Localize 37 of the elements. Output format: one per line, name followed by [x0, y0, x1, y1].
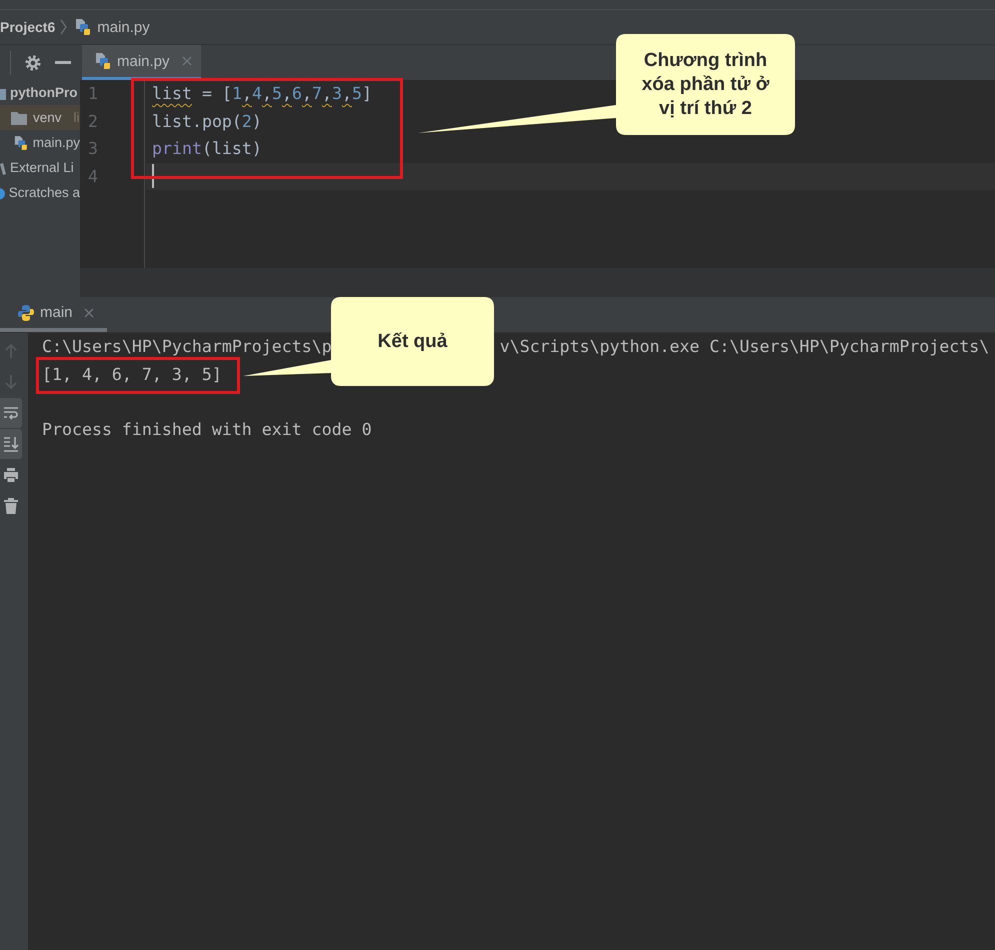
code-line: list = [1,4,5,6,7,3,5] — [151, 83, 373, 105]
breadcrumb-item[interactable]: Project6 — [0, 19, 56, 35]
python-file-icon — [95, 53, 111, 69]
settings-icon[interactable] — [25, 54, 41, 70]
python-file-icon — [75, 19, 92, 35]
line-number: 3 — [87, 138, 99, 160]
soft-wrap-icon — [3, 405, 19, 421]
console-text: C:\Users\HP\PycharmProjects\p — [42, 337, 332, 356]
line-number: 2 — [87, 110, 99, 132]
editor-tab[interactable]: main.py — [82, 45, 201, 80]
code-line: list.pop(2) — [151, 110, 263, 132]
trash-icon — [3, 498, 19, 514]
tree-item[interactable]: Scratches a — [0, 180, 80, 205]
close-icon[interactable] — [84, 308, 94, 318]
tree-item[interactable]: pythonPro — [0, 80, 80, 105]
callout-text: Chương trình xóa phần tử ở vị trí thứ 2 — [640, 48, 770, 120]
printer-icon — [3, 467, 19, 483]
console-text: Process finished with exit code 0 — [42, 420, 372, 439]
python-icon — [17, 304, 35, 322]
python-file-icon — [14, 134, 28, 150]
console-text: [1, 4, 6, 7, 3, 5] — [42, 364, 222, 384]
chevron-icon — [60, 19, 68, 35]
callout-text: Kết quả — [378, 330, 448, 354]
tree-item[interactable]: External Li — [0, 155, 80, 180]
line-number: 1 — [87, 83, 99, 105]
scroll-to-end-icon — [3, 436, 19, 452]
down-arrow-icon — [3, 374, 19, 390]
breadcrumb-item[interactable]: main.py — [75, 18, 150, 36]
up-arrow-icon — [3, 343, 19, 359]
code-line: print(list) — [151, 138, 263, 160]
tree-item[interactable]: main.py — [0, 130, 80, 155]
console-text: v\Scripts\python.exe C:\Users\HP\PycharmProjects\ — [500, 337, 990, 356]
folder-icon — [10, 110, 28, 126]
scroll-to-end-button[interactable] — [0, 429, 22, 459]
text-cursor — [152, 164, 154, 188]
soft-wrap-button[interactable] — [0, 398, 22, 428]
line-number: 4 — [87, 166, 99, 188]
